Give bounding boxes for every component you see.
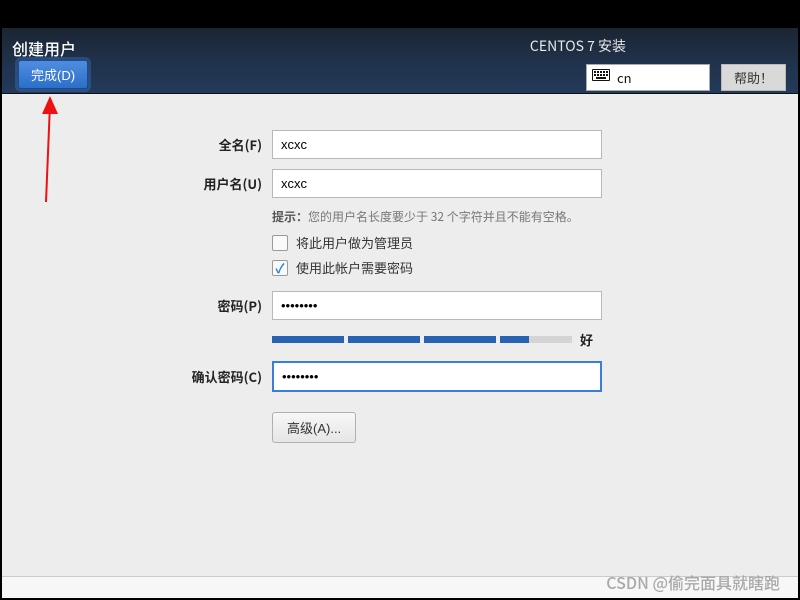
username-hint: 提示：您的用户名长度要少于 32 个字符并且不能有空格。 [272, 208, 798, 225]
done-button[interactable]: 完成(D) [18, 60, 88, 89]
password-label: 密码(P) [2, 296, 272, 315]
user-name-label: 用户名(U) [2, 174, 272, 193]
password-strength-label: 好 [580, 330, 593, 349]
form-area: 全名(F) 用户名(U) 提示：您的用户名长度要少于 32 个字符并且不能有空格… [2, 94, 798, 576]
admin-checkbox[interactable] [272, 235, 288, 251]
keyboard-layout-code: cn [617, 68, 632, 87]
password-strength-bar [272, 336, 572, 343]
full-name-input[interactable] [272, 130, 602, 159]
help-button[interactable]: 帮助！ [721, 64, 786, 91]
require-password-checkbox[interactable] [272, 260, 288, 276]
footer-bar [2, 576, 798, 598]
admin-checkbox-label: 将此用户做为管理员 [296, 233, 413, 252]
keyboard-icon [592, 69, 610, 81]
installer-title: CENTOS 7 安装 [530, 36, 626, 56]
header-bar: 创建用户 完成(D) CENTOS 7 安装 cn 帮助！ [2, 28, 798, 94]
confirm-password-input[interactable] [272, 361, 602, 392]
installer-window: 创建用户 完成(D) CENTOS 7 安装 cn 帮助！ 全名(F) 用户名(… [2, 28, 798, 598]
keyboard-layout-selector[interactable]: cn [586, 64, 710, 91]
user-name-input[interactable] [272, 169, 602, 198]
advanced-button[interactable]: 高级(A)... [272, 412, 356, 443]
require-password-checkbox-label: 使用此帐户需要密码 [296, 258, 413, 277]
full-name-label: 全名(F) [2, 135, 272, 154]
confirm-password-label: 确认密码(C) [2, 367, 272, 386]
page-title: 创建用户 [12, 36, 76, 60]
password-input[interactable] [272, 291, 602, 320]
